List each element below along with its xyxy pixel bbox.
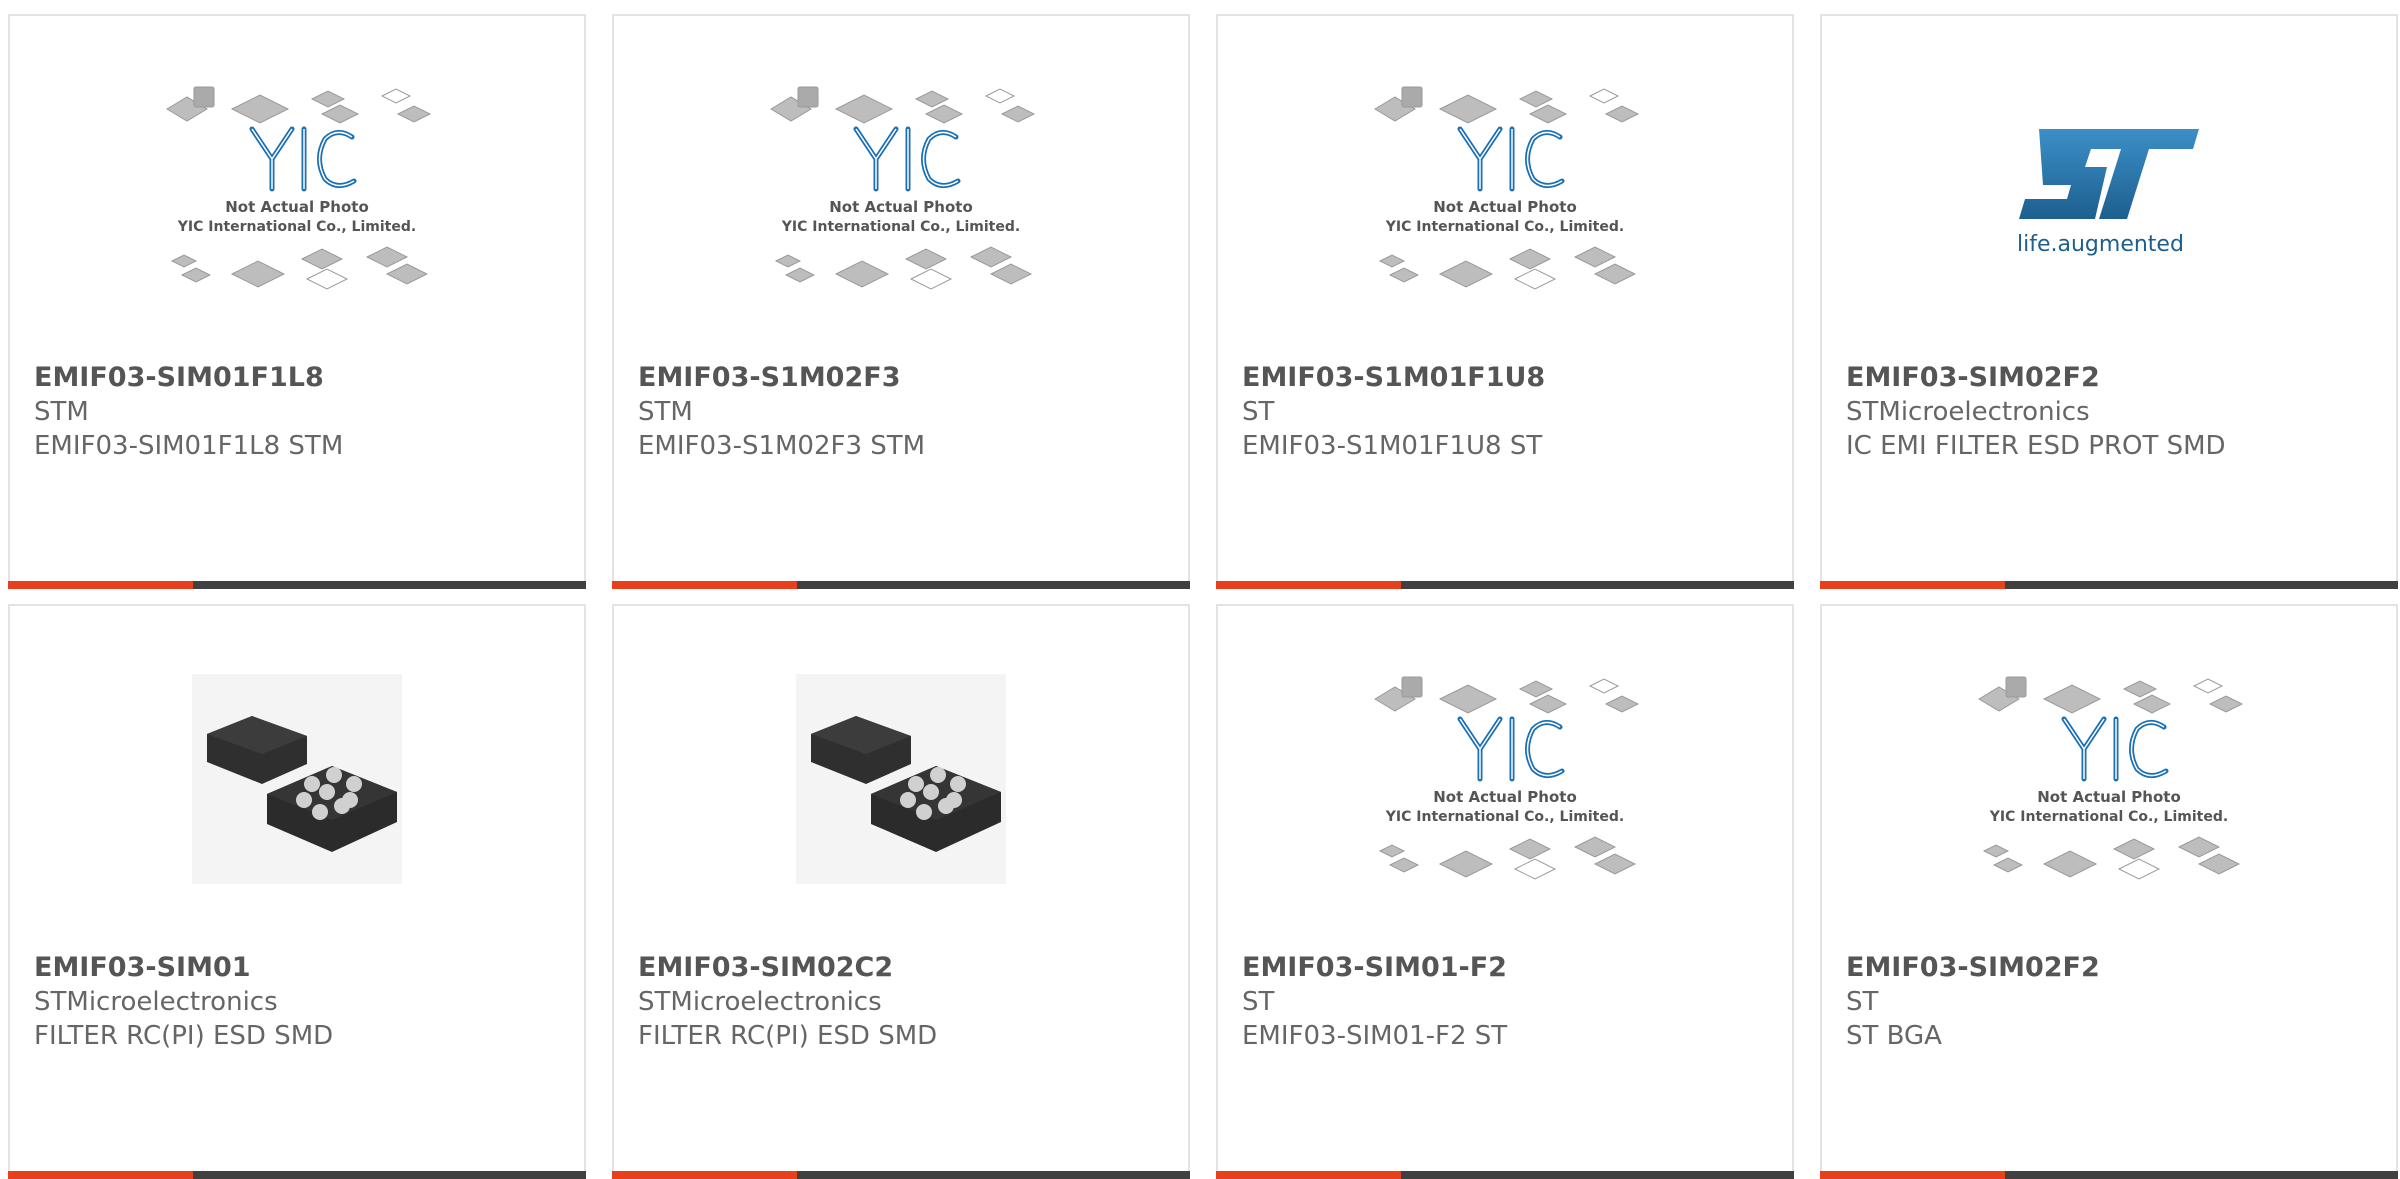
product-info: EMIF03-SIM02F2 STMicroelectronics IC EMI F… [1846, 361, 2384, 463]
caption-line2: YIC International Co., Limited. [177, 219, 416, 235]
description: EMIF03-S1M02F3 STM [638, 431, 926, 461]
product-image[interactable]: Not Actual Photo YIC International Co., … [1218, 16, 1792, 361]
caption-line2: YIC International Co., Limited. [1385, 219, 1624, 235]
description: IC EMI FILTER ESD PROT SMD [1846, 431, 2226, 461]
bga-chip-photo [192, 673, 402, 884]
product-image[interactable] [614, 606, 1188, 951]
card-bottom-bar [8, 581, 586, 589]
product-info: EMIF03-SIM02F2 ST ST BGA [1846, 951, 2384, 1053]
product-card[interactable]: Not Actual Photo YIC International Co., … [8, 14, 586, 589]
card-accent [1216, 1171, 1401, 1179]
part-number-link[interactable]: EMIF03-SIM02F2 [1846, 361, 2384, 395]
yic-placeholder-photo: Not Actual Photo YIC International Co., … [1978, 676, 2244, 880]
description: EMIF03-SIM01-F2 ST [1242, 1021, 1508, 1051]
product-info: EMIF03-SIM01F1L8 STM EMIF03-SIM01F1L8 STM [34, 361, 572, 463]
product-image[interactable] [10, 606, 584, 951]
product-card[interactable]: life.augmented EMIF03-SIM02F2 STMicroelec… [1820, 14, 2398, 589]
card-bottom-bar [1820, 581, 2398, 589]
description: FILTER RC(PI) ESD SMD [638, 1021, 938, 1051]
card-bottom-bar [8, 1171, 586, 1179]
manufacturer: STM [638, 397, 693, 427]
product-info: EMIF03-SIM02C2 STMicroelectronics FILTER R… [638, 951, 1176, 1053]
manufacturer: STMicroelectronics [34, 987, 278, 1017]
yic-placeholder-photo: Not Actual Photo YIC International Co., … [1374, 676, 1640, 880]
caption-line2: YIC International Co., Limited. [1989, 809, 2228, 825]
card-bottom-bar [1216, 1171, 1794, 1179]
card-accent [1820, 581, 2005, 589]
caption-line1: Not Actual Photo [829, 198, 973, 216]
product-info: EMIF03-SIM01 STMicroelectronics FILTER RC(… [34, 951, 572, 1053]
card-accent [8, 581, 193, 589]
bga-chip-photo [796, 673, 1006, 884]
card-bottom-bar [1216, 581, 1794, 589]
description: EMIF03-SIM01F1L8 STM [34, 431, 344, 461]
part-number-link[interactable]: EMIF03-SIM01-F2 [1242, 951, 1780, 985]
product-grid: Not Actual Photo YIC International Co., … [0, 0, 2400, 1179]
part-number-link[interactable]: EMIF03-SIM01F1L8 [34, 361, 572, 395]
caption-line1: Not Actual Photo [1433, 788, 1577, 806]
manufacturer: ST [1846, 987, 1879, 1017]
yic-placeholder-photo: Not Actual Photo YIC International Co., … [1374, 86, 1640, 290]
card-accent [612, 1171, 797, 1179]
product-image[interactable]: Not Actual Photo YIC International Co., … [614, 16, 1188, 361]
st-tagline: life.augmented [2017, 232, 2184, 257]
product-info: EMIF03-S1M01F1U8 ST EMIF03-S1M01F1U8 ST [1242, 361, 1780, 463]
part-number-link[interactable]: EMIF03-SIM01 [34, 951, 572, 985]
card-accent [8, 1171, 193, 1179]
yic-placeholder-photo: Not Actual Photo YIC International Co., … [166, 86, 432, 290]
card-accent [612, 581, 797, 589]
product-info: EMIF03-S1M02F3 STM EMIF03-S1M02F3 STM [638, 361, 1176, 463]
product-card[interactable]: Not Actual Photo YIC International Co., … [1216, 604, 1794, 1179]
product-image[interactable]: Not Actual Photo YIC International Co., … [1822, 606, 2396, 951]
card-accent [1216, 581, 1401, 589]
product-image[interactable]: Not Actual Photo YIC International Co., … [10, 16, 584, 361]
st-logo: life.augmented [2017, 128, 2199, 257]
manufacturer: STMicroelectronics [1846, 397, 2090, 427]
manufacturer: STM [34, 397, 89, 427]
product-card[interactable]: Not Actual Photo YIC International Co., … [1820, 604, 2398, 1179]
card-bottom-bar [612, 1171, 1190, 1179]
product-image[interactable]: life.augmented [1822, 16, 2396, 361]
product-card[interactable]: EMIF03-SIM01 STMicroelectronics FILTER RC(… [8, 604, 586, 1179]
card-accent [1820, 1171, 2005, 1179]
manufacturer: STMicroelectronics [638, 987, 882, 1017]
yic-placeholder-photo: Not Actual Photo YIC International Co., … [770, 86, 1036, 290]
product-card[interactable]: Not Actual Photo YIC International Co., … [1216, 14, 1794, 589]
product-card[interactable]: EMIF03-SIM02C2 STMicroelectronics FILTER R… [612, 604, 1190, 1179]
product-image[interactable]: Not Actual Photo YIC International Co., … [1218, 606, 1792, 951]
product-card[interactable]: Not Actual Photo YIC International Co., … [612, 14, 1190, 589]
caption-line2: YIC International Co., Limited. [1385, 809, 1624, 825]
description: ST BGA [1846, 1021, 1942, 1051]
description: EMIF03-S1M01F1U8 ST [1242, 431, 1543, 461]
caption-line1: Not Actual Photo [1433, 198, 1577, 216]
part-number-link[interactable]: EMIF03-S1M01F1U8 [1242, 361, 1780, 395]
card-bottom-bar [1820, 1171, 2398, 1179]
manufacturer: ST [1242, 987, 1275, 1017]
caption-line1: Not Actual Photo [225, 198, 369, 216]
card-bottom-bar [612, 581, 1190, 589]
product-info: EMIF03-SIM01-F2 ST EMIF03-SIM01-F2 ST [1242, 951, 1780, 1053]
caption-line2: YIC International Co., Limited. [781, 219, 1020, 235]
part-number-link[interactable]: EMIF03-SIM02F2 [1846, 951, 2384, 985]
caption-line1: Not Actual Photo [2037, 788, 2181, 806]
part-number-link[interactable]: EMIF03-SIM02C2 [638, 951, 1176, 985]
manufacturer: ST [1242, 397, 1275, 427]
description: FILTER RC(PI) ESD SMD [34, 1021, 334, 1051]
part-number-link[interactable]: EMIF03-S1M02F3 [638, 361, 1176, 395]
